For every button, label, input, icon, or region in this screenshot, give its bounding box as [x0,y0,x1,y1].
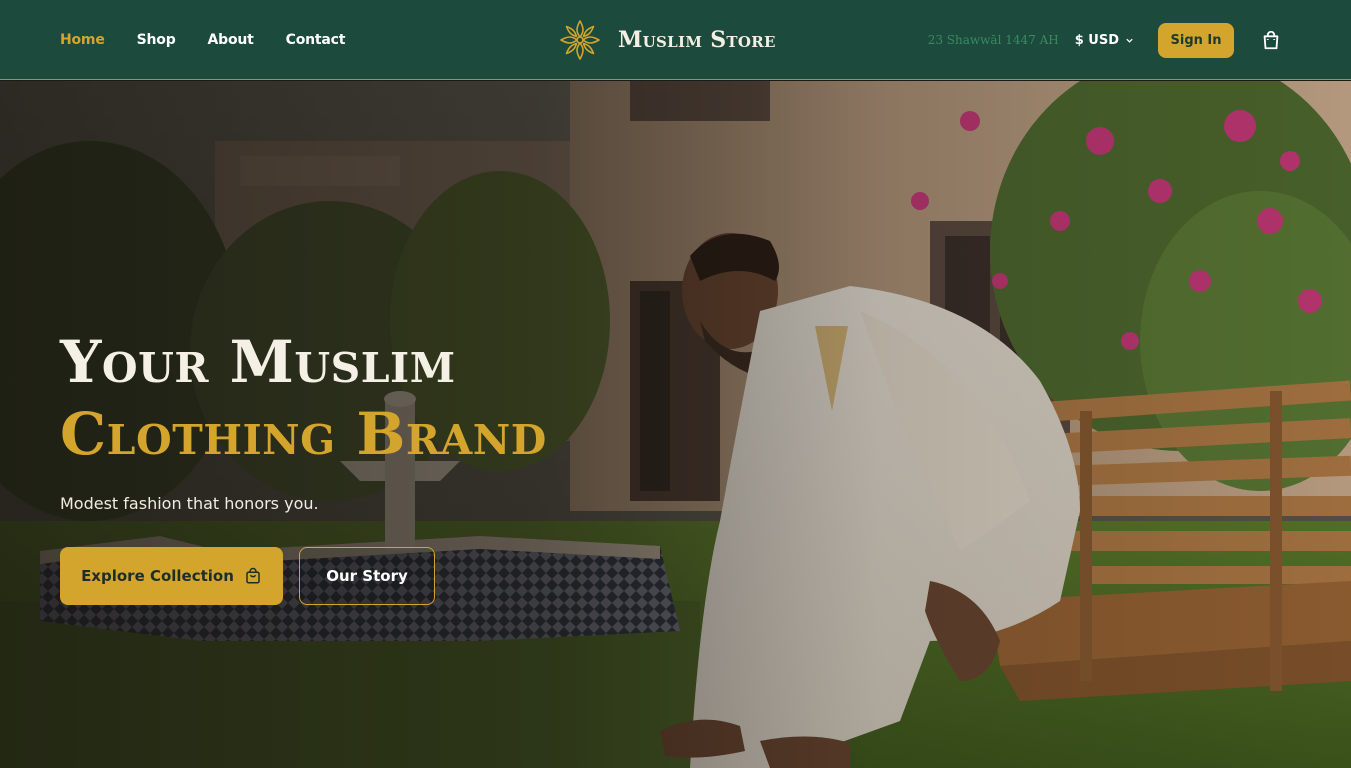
currency-selector[interactable]: $ USD [1075,33,1134,48]
our-story-button[interactable]: Our Story [299,547,435,605]
hijri-date: 23 Shawwāl 1447 AH [927,33,1059,47]
star-flower-icon [560,20,600,60]
brand-logo-link[interactable]: Muslim Store [558,17,776,63]
hero-content: Your Muslim Clothing Brand Modest fashio… [60,326,680,605]
sign-in-button[interactable]: Sign In [1158,22,1234,58]
hero-actions: Explore Collection Our Story [60,547,680,605]
main-nav: Home Shop About Contact [60,0,377,80]
explore-collection-label: Explore Collection [81,567,234,585]
chevron-down-icon [1126,38,1133,43]
hero-section: Your Muslim Clothing Brand Modest fashio… [0,81,1351,768]
hero-title-line-1: Your Muslim [60,328,456,396]
currency-label: $ USD [1074,32,1119,48]
our-story-label: Our Story [326,567,408,585]
explore-collection-button[interactable]: Explore Collection [60,547,283,605]
shopping-bag-icon [246,567,260,584]
nav-link-about[interactable]: About [208,32,254,48]
hero-title-line-2: Clothing Brand [60,400,547,468]
nav-link-shop[interactable]: Shop [137,32,176,48]
brand-name: Muslim Store [618,27,776,53]
hero-subtitle: Modest fashion that honors you. [60,494,319,513]
shopping-bag-icon[interactable] [1260,29,1282,51]
header-actions: 23 Shawwāl 1447 AH $ USD Sign In [928,0,1351,80]
nav-link-home[interactable]: Home [60,32,105,48]
site-header: Home Shop About Contact Muslim Store 23 … [0,0,1351,80]
nav-link-contact[interactable]: Contact [286,32,346,48]
hero-title: Your Muslim Clothing Brand [60,326,680,470]
